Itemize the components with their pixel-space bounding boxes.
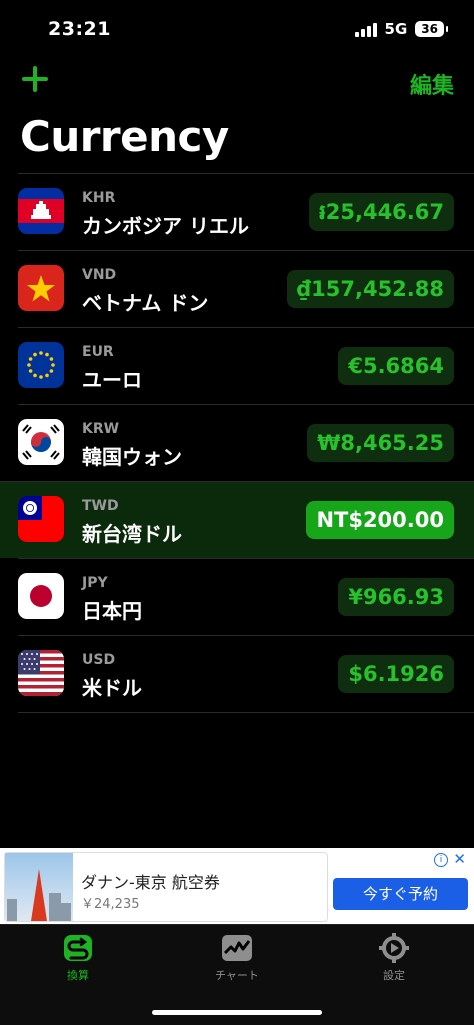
currency-amount[interactable]: €5.6864 [338,347,454,385]
currency-name: 日本円 [82,599,142,623]
tokyo-tower-image [5,853,73,921]
currency-row-usd[interactable]: USD 米ドル $6.1926 [18,635,474,713]
currency-code: USD [82,652,116,668]
currency-amount[interactable]: ៛25,446.67 [309,193,454,231]
exchange-icon [62,933,94,963]
tab-bar: 換算 チャート 設定 [0,924,474,1025]
currency-row-eur[interactable]: EUR ユーロ €5.6864 [18,327,474,404]
currency-row-jpy[interactable]: JPY 日本円 ¥966.93 [18,558,474,635]
add-currency-button[interactable] [20,64,50,94]
currency-name: 韓国ウォン [82,445,182,469]
taiwan-flag-icon [18,496,64,542]
vietnam-flag-icon [18,265,64,311]
currency-row-krw[interactable]: KRW 韓国ウォン ₩8,465.25 [18,404,474,481]
currency-list: KHR カンボジア リエル ៛25,446.67 VND ベトナム ドン ₫15… [0,173,474,713]
page-title: Currency [20,112,229,161]
chart-icon [221,933,253,963]
currency-name: 米ドル [82,676,142,700]
top-bar: 編集 [0,60,474,108]
battery-icon: 36 [415,21,448,37]
currency-code: KHR [82,190,116,206]
currency-code: VND [82,267,117,283]
ad-close-icon[interactable]: ✕ [453,850,466,868]
currency-code: KRW [82,421,120,437]
status-time: 23:21 [48,18,111,40]
korea-flag-icon [18,419,64,465]
signal-icon [354,21,377,37]
tab-exchange[interactable]: 換算 [38,933,118,983]
currency-code: TWD [82,498,119,514]
edit-button[interactable]: 編集 [410,68,454,100]
usa-flag-icon [18,650,64,696]
currency-code: JPY [82,575,108,591]
currency-amount[interactable]: $6.1926 [338,655,454,693]
ad-card[interactable]: ダナン-東京 航空券 ￥24,235 [4,852,328,922]
currency-name: ベトナム ドン [82,291,209,315]
ad-price: ￥24,235 [81,897,140,912]
currency-amount[interactable]: ₫157,452.88 [286,270,454,308]
currency-code: EUR [82,344,114,360]
home-indicator[interactable] [152,1010,322,1015]
cambodia-flag-icon [18,188,64,234]
tab-chart-label: チャート [215,969,259,982]
currency-amount-input[interactable]: NT$200.00 [306,501,454,539]
currency-row-vnd[interactable]: VND ベトナム ドン ₫157,452.88 [18,250,474,327]
currency-name: 新台湾ドル [82,522,182,546]
currency-name: カンボジア リエル [82,214,249,238]
tab-exchange-label: 換算 [67,969,89,982]
currency-amount[interactable]: ¥966.93 [338,578,454,616]
tab-settings-label: 設定 [383,969,405,982]
ad-banner[interactable]: ダナン-東京 航空券 ￥24,235 今すぐ予約 i ✕ [0,848,474,924]
settings-icon [378,933,410,963]
status-bar: 23:21 5G 36 [0,0,474,60]
tab-chart[interactable]: チャート [197,933,277,983]
japan-flag-icon [18,573,64,619]
network-label: 5G [384,20,408,38]
ad-info-icon[interactable]: i [434,853,448,867]
tab-settings[interactable]: 設定 [354,933,434,983]
ad-book-button[interactable]: 今すぐ予約 [333,878,468,910]
currency-amount[interactable]: ₩8,465.25 [307,424,454,462]
currency-row-khr[interactable]: KHR カンボジア リエル ៛25,446.67 [18,173,474,250]
currency-name: ユーロ [82,368,142,392]
eu-flag-icon [18,342,64,388]
ad-title: ダナン-東京 航空券 [81,873,220,892]
currency-row-twd[interactable]: TWD 新台湾ドル NT$200.00 [0,481,474,558]
